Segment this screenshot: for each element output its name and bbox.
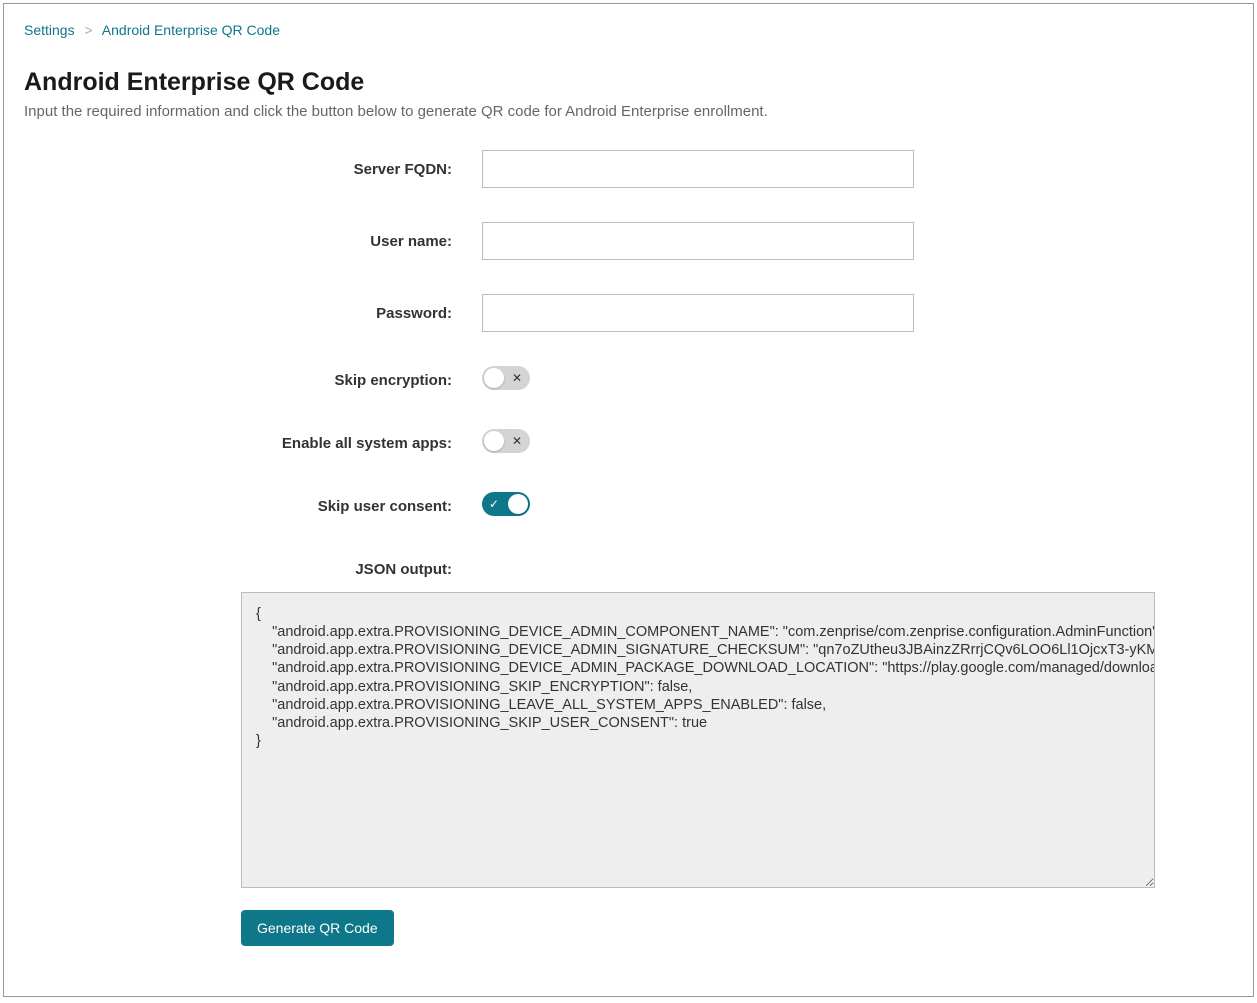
server-fqdn-input[interactable] bbox=[482, 150, 914, 188]
page-subtitle: Input the required information and click… bbox=[24, 103, 1233, 120]
skip-encryption-toggle[interactable]: ✕ bbox=[482, 366, 530, 390]
breadcrumb-settings-link[interactable]: Settings bbox=[24, 22, 75, 38]
breadcrumb: Settings > Android Enterprise QR Code bbox=[24, 22, 1233, 38]
enable-all-system-apps-toggle[interactable]: ✕ bbox=[482, 429, 530, 453]
check-icon: ✓ bbox=[489, 498, 499, 510]
enable-all-system-apps-label: Enable all system apps: bbox=[24, 435, 482, 452]
json-output-textarea[interactable] bbox=[241, 592, 1155, 888]
x-icon: ✕ bbox=[512, 372, 522, 384]
breadcrumb-current: Android Enterprise QR Code bbox=[102, 22, 280, 38]
password-label: Password: bbox=[24, 305, 482, 322]
password-input[interactable] bbox=[482, 294, 914, 332]
toggle-knob bbox=[484, 431, 504, 451]
skip-encryption-label: Skip encryption: bbox=[24, 372, 482, 389]
skip-user-consent-toggle[interactable]: ✓ bbox=[482, 492, 530, 516]
user-name-label: User name: bbox=[24, 233, 482, 250]
json-output-label: JSON output: bbox=[24, 561, 482, 578]
generate-qr-code-button[interactable]: Generate QR Code bbox=[241, 910, 394, 946]
toggle-knob bbox=[508, 494, 528, 514]
x-icon: ✕ bbox=[512, 435, 522, 447]
toggle-knob bbox=[484, 368, 504, 388]
server-fqdn-label: Server FQDN: bbox=[24, 161, 482, 178]
skip-user-consent-label: Skip user consent: bbox=[24, 498, 482, 515]
page-title: Android Enterprise QR Code bbox=[24, 68, 1233, 97]
user-name-input[interactable] bbox=[482, 222, 914, 260]
breadcrumb-separator: > bbox=[84, 22, 92, 38]
